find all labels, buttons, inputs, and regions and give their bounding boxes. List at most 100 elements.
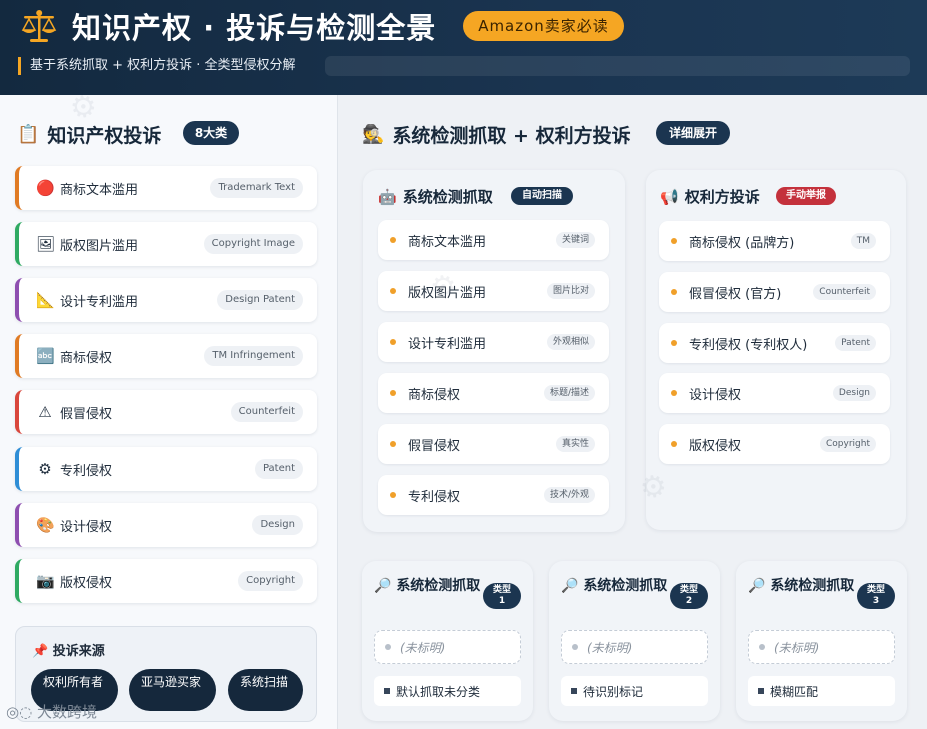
page-subtitle: 基于系统抓取 + 权利方投诉 · 全类型侵权分解 (30, 58, 296, 73)
ip-category-tag: Copyright (238, 571, 303, 591)
bullet-dot (390, 237, 396, 243)
rights-holder-row[interactable]: 假冒侵权 (官方) Counterfeit (659, 272, 890, 312)
row-tag: 真实性 (555, 436, 595, 452)
row-label: 专利侵权 (专利权人) (689, 337, 808, 353)
gear-icon: ⚙ (38, 460, 52, 478)
bullet-square (758, 688, 764, 694)
ip-category-tag: Patent (254, 459, 303, 479)
row-label: 商标侵权 (品牌方) (689, 235, 795, 251)
subtitle-accent-bar (18, 57, 21, 75)
ip-complaint-heading: 📋 知识产权投诉 (17, 123, 162, 147)
clipboard-icon: 📋 (17, 123, 40, 145)
red-circle-icon: 🔴 (36, 179, 55, 197)
type-card-title: 🔎 系统检测抓取 (748, 578, 855, 594)
bullet-dot (390, 441, 396, 447)
bullet-dot (671, 289, 677, 295)
system-detection-row[interactable]: 假冒侵权 真实性 (378, 424, 609, 464)
row-tag: 关键词 (555, 232, 595, 248)
type-card-2: 🔎 系统检测抓取 类型 2 (未标明) 待识别标记 (549, 561, 720, 721)
row-tag: Counterfeit (813, 284, 876, 300)
bullet-dot (390, 288, 396, 294)
row-label: 商标文本滥用 (408, 234, 487, 250)
ip-category-tag: TM Infringement (204, 346, 303, 366)
page-title: 知识产权 · 投诉与检测全景 (72, 11, 437, 45)
bullet-square (384, 688, 390, 694)
ip-category-label: 版权图片滥用 (60, 238, 139, 254)
ip-category-tag: Copyright Image (203, 234, 303, 254)
rights-holder-row[interactable]: 版权侵权 Copyright (659, 424, 890, 464)
complaint-source-title: 📌 投诉来源 (32, 644, 105, 659)
row-label: 假冒侵权 (官方) (689, 286, 782, 302)
rights-holder-row[interactable]: 专利侵权 (专利权人) Patent (659, 323, 890, 363)
system-detection-row[interactable]: 商标侵权 标题/描述 (378, 373, 609, 413)
ip-category-label: 版权侵权 (60, 575, 113, 591)
type-card-1: 🔎 系统检测抓取 类型 1 (未标明) 默认抓取未分类 (362, 561, 533, 721)
row-tag: 标题/描述 (543, 385, 595, 401)
magnifier-icon: 🔎 (561, 578, 579, 594)
bullet-dot (671, 441, 677, 447)
row-label: 设计专利滥用 (408, 336, 487, 352)
detail-expand-badge: 详细展开 (656, 121, 730, 145)
system-detection-card: 🤖 系统检测抓取 自动扫描 商标文本滥用 关键词 版权图片滥用 图片比对 设计专利滥用 外… (363, 170, 625, 532)
ip-category-item[interactable]: 🔴 商标文本滥用 Trademark Text (15, 166, 317, 210)
audience-badge: Amazon卖家必读 (463, 11, 624, 41)
source-chip-system-scan[interactable]: 系统扫描 (228, 669, 303, 711)
bullet-dot (390, 492, 396, 498)
placeholder-label: (未标明) (587, 640, 633, 655)
camera-icon: 📷 (36, 572, 55, 590)
unlabeled-slot[interactable]: (未标明) (748, 630, 895, 664)
ip-category-item[interactable]: 🎨 设计侵权 Design (15, 503, 317, 547)
row-label: 版权侵权 (689, 438, 742, 454)
magnifier-icon: 🔎 (748, 578, 766, 594)
ip-category-item[interactable]: 📐 设计专利滥用 Design Patent (15, 278, 317, 322)
ip-category-item[interactable]: ⚠ 假冒侵权 Counterfeit (15, 390, 317, 434)
rights-holder-card: 📢 权利方投诉 手动举报 商标侵权 (品牌方) TM 假冒侵权 (官方) Counte… (646, 170, 906, 530)
type-card-title: 🔎 系统检测抓取 (561, 578, 668, 594)
type-badge: 类型 3 (857, 583, 895, 609)
scales-icon (21, 10, 57, 42)
robot-icon: 🤖 (378, 187, 397, 206)
row-tag: Copyright (820, 436, 876, 452)
system-detection-title: 🤖 系统检测抓取 (378, 187, 493, 207)
source-chip-amazon-buyer[interactable]: 亚马逊买家 (129, 669, 216, 711)
row-tag: 外观相似 (546, 334, 595, 350)
rights-holder-row[interactable]: 设计侵权 Design (659, 373, 890, 413)
row-tag: 图片比对 (546, 283, 595, 299)
pin-icon: 📌 (32, 644, 49, 659)
row-label: 设计侵权 (689, 387, 742, 403)
bullet-dot (572, 644, 578, 650)
type-note-row: 待识别标记 (561, 676, 708, 706)
rights-holder-row[interactable]: 商标侵权 (品牌方) TM (659, 221, 890, 261)
ip-category-label: 设计专利滥用 (60, 294, 139, 310)
magnifier-icon: 🔎 (374, 578, 392, 594)
brand-logo-icon: ◎◌ (6, 703, 33, 721)
placeholder-label: (未标明) (400, 640, 446, 655)
ip-category-item[interactable]: 📷 版权侵权 Copyright (15, 559, 317, 603)
bullet-dot (671, 238, 677, 244)
tm-icon: 🔤 (36, 347, 55, 365)
unlabeled-slot[interactable]: (未标明) (561, 630, 708, 664)
ip-category-item[interactable]: 🖼 版权图片滥用 Copyright Image (15, 222, 317, 266)
type-badge: 类型 1 (483, 583, 521, 609)
ip-category-label: 假冒侵权 (60, 406, 113, 422)
type-note-label: 模糊匹配 (770, 684, 819, 699)
bullet-square (571, 688, 577, 694)
row-tag: 技术/外观 (543, 487, 595, 503)
type-card-3: 🔎 系统检测抓取 类型 3 (未标明) 模糊匹配 (736, 561, 907, 721)
type-note-row: 模糊匹配 (748, 676, 895, 706)
type-card-title: 🔎 系统检测抓取 (374, 578, 481, 594)
ip-category-tag: Counterfeit (230, 402, 303, 422)
system-detection-row[interactable]: 版权图片滥用 图片比对 (378, 271, 609, 311)
bullet-dot (390, 339, 396, 345)
system-detection-row[interactable]: 设计专利滥用 外观相似 (378, 322, 609, 362)
detection-heading: 🕵 系统检测抓取 + 权利方投诉 (362, 123, 631, 147)
megaphone-icon: 📢 (660, 187, 679, 206)
page-header: 知识产权 · 投诉与检测全景 Amazon卖家必读 基于系统抓取 + 权利方投诉… (0, 0, 927, 95)
system-detection-row[interactable]: 商标文本滥用 关键词 (378, 220, 609, 260)
ip-category-item[interactable]: 🔤 商标侵权 TM Infringement (15, 334, 317, 378)
unlabeled-slot[interactable]: (未标明) (374, 630, 521, 664)
ip-category-item[interactable]: ⚙ 专利侵权 Patent (15, 447, 317, 491)
ip-category-label: 专利侵权 (60, 463, 113, 479)
row-tag: Design (832, 385, 876, 401)
system-detection-row[interactable]: 专利侵权 技术/外观 (378, 475, 609, 515)
